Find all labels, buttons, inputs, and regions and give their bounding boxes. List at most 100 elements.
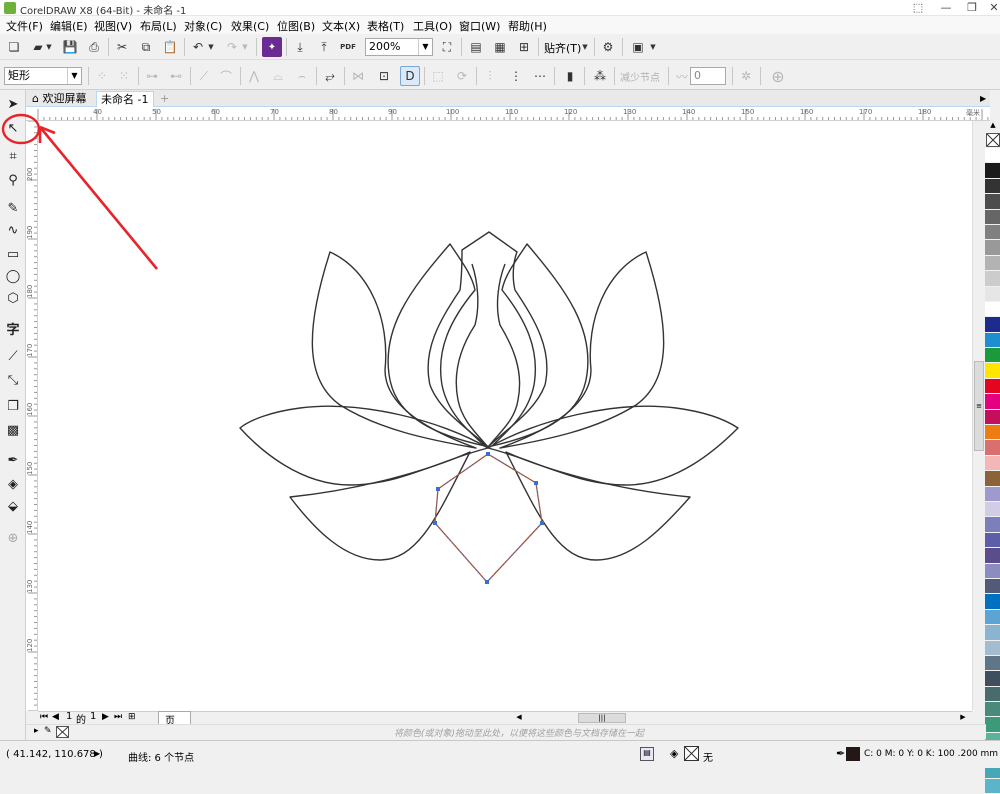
- color-swatch[interactable]: [985, 501, 1000, 518]
- lotus-drawing[interactable]: [38, 121, 972, 711]
- color-swatch[interactable]: [985, 779, 1000, 794]
- select-all-nodes-icon[interactable]: ⁂: [590, 66, 610, 86]
- mirror-horizontal-icon[interactable]: ⋮: [506, 66, 526, 86]
- color-swatch[interactable]: [985, 209, 1000, 225]
- save-icon[interactable]: 💾: [60, 37, 80, 57]
- redo-dropdown-icon[interactable]: ▼: [240, 37, 250, 57]
- color-swatch[interactable]: [985, 317, 1000, 333]
- color-swatch[interactable]: [985, 717, 1000, 733]
- scroll-thumb[interactable]: ≡: [974, 361, 984, 451]
- color-swatch[interactable]: [985, 609, 1000, 626]
- color-swatch[interactable]: [985, 301, 1000, 318]
- first-page-icon[interactable]: ⏮: [40, 712, 48, 722]
- color-swatch[interactable]: [985, 671, 1000, 687]
- menu-tools[interactable]: 工具(O): [413, 18, 452, 34]
- menu-view[interactable]: 视图(V): [94, 18, 132, 34]
- color-swatch[interactable]: [985, 286, 1000, 302]
- color-proof-icon[interactable]: ▤: [640, 747, 654, 761]
- boundary-nodes-icon[interactable]: ✲: [736, 66, 756, 86]
- color-swatch[interactable]: [985, 255, 1000, 272]
- vertical-scrollbar[interactable]: ≡: [972, 121, 985, 711]
- color-swatch[interactable]: [985, 425, 1000, 441]
- menu-text[interactable]: 文本(X): [322, 18, 360, 34]
- smart-fill-icon[interactable]: ⬙: [3, 496, 23, 516]
- show-guidelines-icon[interactable]: ⊞: [514, 37, 534, 57]
- add-node-icon[interactable]: ⁘: [92, 66, 112, 86]
- eyedropper-small-icon[interactable]: ✎: [44, 726, 52, 736]
- snap-dropdown-icon[interactable]: ▼: [580, 37, 590, 57]
- interactive-fill-icon[interactable]: ◈: [3, 474, 23, 494]
- color-swatch[interactable]: [985, 363, 1000, 379]
- curve-node[interactable]: [486, 452, 490, 456]
- menu-file[interactable]: 文件(F): [6, 18, 43, 34]
- color-swatch[interactable]: [985, 224, 1000, 241]
- export-icon[interactable]: ⤒: [314, 37, 334, 57]
- dimension-tool-icon[interactable]: ⟋: [3, 346, 23, 366]
- smooth-node-icon[interactable]: ⌓: [268, 66, 288, 86]
- color-swatch[interactable]: [985, 486, 1000, 502]
- color-swatch[interactable]: [985, 378, 1000, 395]
- color-swatch[interactable]: [985, 194, 1000, 210]
- color-swatch[interactable]: [985, 332, 1000, 349]
- last-page-icon[interactable]: ⏭: [114, 712, 122, 722]
- no-color-icon[interactable]: [56, 726, 69, 738]
- color-swatch[interactable]: [985, 594, 1000, 610]
- color-swatch[interactable]: [985, 625, 1000, 641]
- open-dropdown-icon[interactable]: ▼: [44, 37, 54, 57]
- document-palette-menu-icon[interactable]: ▸: [34, 726, 39, 736]
- color-swatch[interactable]: [985, 655, 1000, 672]
- text-tool-icon[interactable]: 字: [3, 318, 23, 338]
- color-swatch[interactable]: [985, 548, 1000, 564]
- chevron-right-icon[interactable]: ▶: [94, 749, 100, 758]
- close-button[interactable]: ✕: [980, 0, 1000, 16]
- reduce-nodes-button[interactable]: 减少节点: [620, 69, 660, 84]
- color-swatch[interactable]: [985, 348, 1000, 364]
- close-curve-icon[interactable]: ⊡: [374, 66, 394, 86]
- snap-to-menu[interactable]: 贴齐(T): [544, 40, 581, 56]
- outline-color-swatch[interactable]: [846, 747, 860, 761]
- menu-layout[interactable]: 布局(L): [140, 18, 177, 34]
- transparency-tool-icon[interactable]: ▩: [3, 420, 23, 440]
- curve-node[interactable]: [433, 521, 437, 525]
- menu-window[interactable]: 窗口(W): [459, 18, 500, 34]
- color-swatch[interactable]: [985, 702, 1000, 718]
- delete-node-icon[interactable]: ⁙: [114, 66, 134, 86]
- connector-tool-icon[interactable]: ⤡: [3, 370, 23, 390]
- redo-icon[interactable]: ↷: [222, 37, 242, 57]
- extend-curve-icon[interactable]: ⋈: [348, 66, 368, 86]
- copy-icon[interactable]: ⧉: [136, 37, 156, 57]
- color-swatch[interactable]: [985, 640, 1000, 656]
- color-swatch[interactable]: [985, 440, 1000, 456]
- color-swatch[interactable]: [985, 163, 1000, 179]
- search-content-icon[interactable]: ✦: [262, 37, 282, 57]
- color-swatch[interactable]: [985, 578, 1000, 595]
- help-window-button[interactable]: ⬚: [904, 0, 932, 16]
- mirror-vertical-icon[interactable]: ⋯: [530, 66, 550, 86]
- convert-to-curve-icon[interactable]: ⌒: [216, 66, 236, 86]
- chevron-right-icon[interactable]: ▶: [976, 91, 988, 107]
- full-screen-icon[interactable]: ⛶: [437, 37, 457, 57]
- scroll-left-icon[interactable]: ◀: [512, 713, 526, 723]
- add-property-icon[interactable]: ⊕: [768, 66, 788, 86]
- align-nodes-icon[interactable]: ⫶: [480, 66, 500, 86]
- minimize-button[interactable]: —: [932, 0, 960, 16]
- object-type-select[interactable]: 矩形 ▼: [4, 67, 82, 85]
- scroll-thumb[interactable]: |||: [578, 713, 626, 723]
- break-curve-icon[interactable]: ⊷: [166, 66, 186, 86]
- menu-effects[interactable]: 效果(C): [231, 18, 269, 34]
- menu-edit[interactable]: 编辑(E): [50, 18, 88, 34]
- curve-smoothness-input[interactable]: 0: [690, 67, 726, 85]
- zoom-level-select[interactable]: 200% ▼: [365, 38, 433, 56]
- menu-bitmaps[interactable]: 位图(B): [277, 18, 315, 34]
- reverse-direction-icon[interactable]: ⥂: [320, 66, 340, 86]
- palette-scroll-up-icon[interactable]: ▲: [986, 121, 1000, 133]
- show-grid-icon[interactable]: ▦: [490, 37, 510, 57]
- add-page-icon[interactable]: ⊞: [128, 712, 136, 722]
- symmetrical-node-icon[interactable]: ⌢: [292, 66, 312, 86]
- color-swatch[interactable]: [985, 517, 1000, 533]
- scroll-right-icon[interactable]: ▶: [956, 713, 970, 723]
- color-swatch[interactable]: [985, 178, 1000, 195]
- drawing-canvas[interactable]: [38, 121, 972, 711]
- rotate-nodes-icon[interactable]: ⟳: [452, 66, 472, 86]
- color-swatch[interactable]: [985, 455, 1000, 472]
